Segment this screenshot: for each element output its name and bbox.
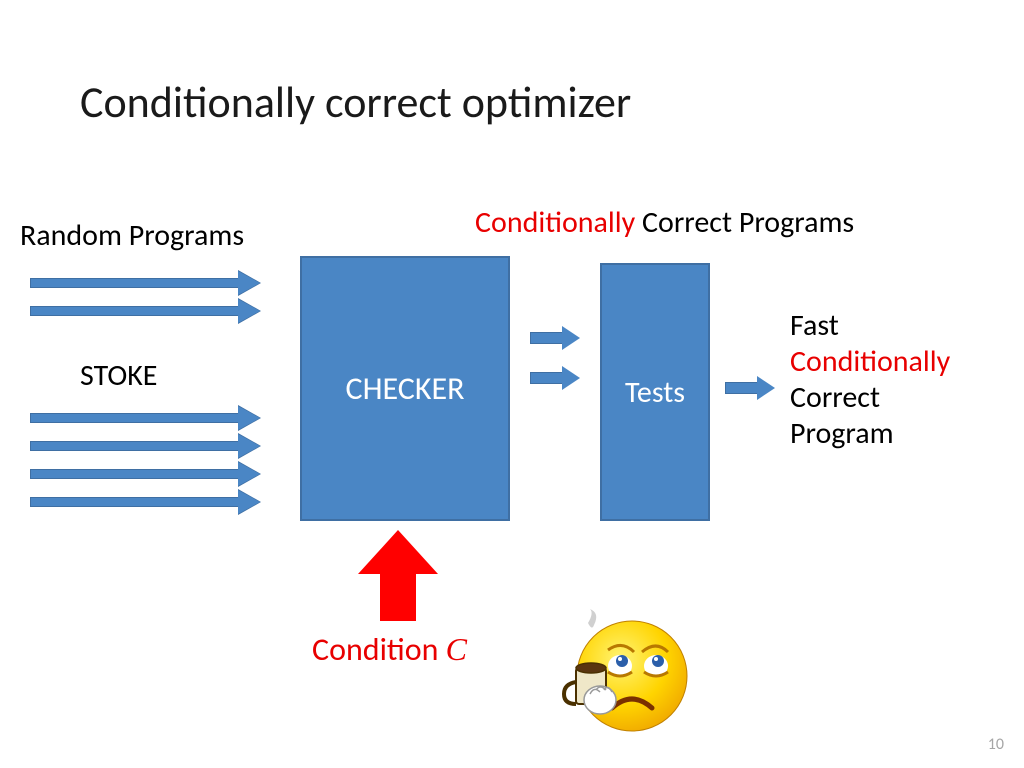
condition-label: Condition C <box>312 630 467 669</box>
tired-coffee-face-icon <box>560 608 690 738</box>
stoke-label: STOKE <box>80 357 157 394</box>
arrow-stoke-3 <box>30 466 260 482</box>
condition-arrow <box>358 530 438 620</box>
arrow-stoke-1 <box>30 410 260 426</box>
output-correct: Correct <box>790 380 950 416</box>
output-text: Fast Conditionally Correct Program <box>790 308 950 452</box>
condition-variable: C <box>446 631 467 667</box>
arrow-random-2 <box>30 303 260 319</box>
slide-title: Conditionally correct optimizer <box>80 75 631 129</box>
output-fast: Fast <box>790 308 950 344</box>
arrow-stoke-2 <box>30 438 260 454</box>
slide: { "title": "Conditionally correct optimi… <box>0 0 1024 768</box>
condition-word: Condition <box>312 630 446 669</box>
tests-box: Tests <box>600 263 710 521</box>
arrow-checker-tests-2 <box>530 368 580 388</box>
arrow-checker-tests-1 <box>530 328 580 348</box>
checker-label: CHECKER <box>346 369 465 408</box>
conditionally-correct-label: Conditionally Correct Programs <box>475 204 854 241</box>
arrow-random-1 <box>30 275 260 291</box>
arrow-tests-output <box>725 378 775 398</box>
page-number: 10 <box>988 735 1004 754</box>
correct-programs-word: Correct Programs <box>635 204 854 241</box>
tests-label: Tests <box>625 374 685 411</box>
arrow-stoke-4 <box>30 494 260 510</box>
random-programs-label: Random Programs <box>20 217 244 254</box>
output-conditionally: Conditionally <box>790 344 950 380</box>
output-program: Program <box>790 416 950 452</box>
checker-box: CHECKER <box>300 256 510 521</box>
conditionally-word: Conditionally <box>475 204 635 241</box>
